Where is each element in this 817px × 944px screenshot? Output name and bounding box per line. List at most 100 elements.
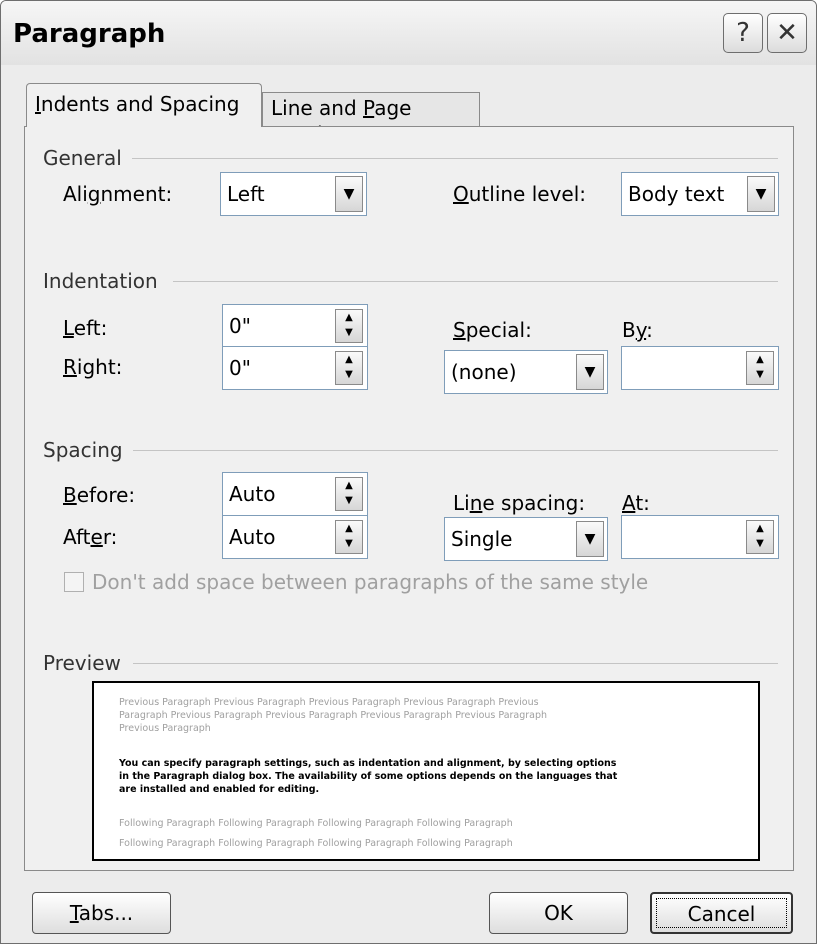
label-mnemonic: e <box>90 525 103 549</box>
label-pre: Aft <box>63 525 91 549</box>
tab-line-and-page-breaks[interactable]: Line and Page Breaks <box>262 92 480 146</box>
left-indent-value: 0" <box>229 314 251 338</box>
label-post: ight: <box>76 355 123 379</box>
preview-heading: Preview <box>43 651 121 675</box>
preview-box: Previous Paragraph Previous Paragraph Pr… <box>92 681 760 861</box>
label-mnemonic: O <box>453 182 469 206</box>
spinner-arrows-icon[interactable]: ▲ ▼ <box>335 351 363 385</box>
label-mnemonic: B <box>63 483 77 507</box>
label-post: r: <box>102 525 118 549</box>
chevron-down-icon[interactable]: ▼ <box>576 354 604 390</box>
left-indent-label: Left: <box>63 316 107 340</box>
spacing-heading: Spacing <box>43 438 123 462</box>
by-label: By: <box>622 318 653 342</box>
label-post: eft: <box>73 316 108 340</box>
label-post: nment: <box>100 182 173 206</box>
right-indent-value: 0" <box>229 356 251 380</box>
after-label: After: <box>63 525 117 549</box>
ok-button[interactable]: OK <box>489 892 628 934</box>
general-divider <box>132 158 778 159</box>
special-value: (none) <box>451 360 517 384</box>
label-mnemonic: A <box>622 491 636 515</box>
by-input[interactable]: ▲ ▼ <box>621 346 779 390</box>
dont-add-space-checkbox[interactable] <box>64 572 84 592</box>
paragraph-dialog: Paragraph ? ✕ Indents and Spacing Line a… <box>0 0 817 944</box>
general-heading: General <box>43 146 122 170</box>
indentation-heading: Indentation <box>43 269 158 293</box>
spinner-arrows-icon[interactable]: ▲ ▼ <box>335 309 363 343</box>
label-pre: Ali <box>63 182 88 206</box>
before-input[interactable]: Auto ▲ ▼ <box>222 472 368 516</box>
label-post: : <box>646 318 653 342</box>
before-label: Before: <box>63 483 135 507</box>
cancel-button[interactable]: Cancel <box>650 892 793 934</box>
preview-following-line: Following Paragraph Following Paragraph … <box>119 838 513 849</box>
spinner-arrows-icon[interactable]: ▲ ▼ <box>746 520 774 554</box>
button-label-post: abs... <box>78 901 134 925</box>
line-spacing-select[interactable]: Single ▼ <box>444 517 608 561</box>
focus-ring <box>656 898 787 928</box>
tabs-button[interactable]: Tabs... <box>32 892 171 934</box>
label-mnemonic: n <box>469 491 483 515</box>
label-post: pecial: <box>465 318 532 342</box>
chevron-down-icon[interactable]: ▼ <box>576 521 604 557</box>
preview-sample-line: are installed and enabled for editing. <box>119 784 320 795</box>
preview-following-line: Following Paragraph Following Paragraph … <box>119 818 513 829</box>
close-icon: ✕ <box>776 18 798 48</box>
label-post: e spacing: <box>482 491 586 515</box>
tab-label-pre: Line and <box>271 96 364 120</box>
alignment-select[interactable]: Left ▼ <box>220 172 367 216</box>
at-label: At: <box>622 491 650 515</box>
outline-level-label: Outline level: <box>453 182 586 206</box>
label-mnemonic: y <box>635 318 647 342</box>
preview-previous-line: Paragraph Previous Paragraph Previous Pa… <box>119 710 548 721</box>
preview-previous-line: Previous Paragraph <box>119 723 211 734</box>
chevron-down-icon[interactable]: ▼ <box>747 176 775 212</box>
spinner-arrows-icon[interactable]: ▲ ▼ <box>746 351 774 385</box>
outline-level-value: Body text <box>628 182 725 206</box>
before-value: Auto <box>229 482 276 506</box>
preview-sample-line: in the Paragraph dialog box. The availab… <box>119 771 618 782</box>
button-label-mnemonic: T <box>69 901 79 925</box>
special-select[interactable]: (none) ▼ <box>444 350 608 394</box>
label-mnemonic: g <box>87 182 101 206</box>
label-pre: Li <box>453 491 470 515</box>
help-button[interactable]: ? <box>723 13 763 53</box>
close-button[interactable]: ✕ <box>767 13 807 53</box>
tab-label-mnemonic: P <box>363 96 375 120</box>
spacing-divider <box>133 450 778 451</box>
help-icon: ? <box>736 18 750 48</box>
indentation-divider <box>173 281 778 282</box>
label-post: t: <box>635 491 650 515</box>
spinner-arrows-icon[interactable]: ▲ ▼ <box>335 477 363 511</box>
outline-level-select[interactable]: Body text ▼ <box>621 172 779 216</box>
right-indent-label: Right: <box>63 355 122 379</box>
label-mnemonic: R <box>63 355 77 379</box>
preview-divider <box>133 663 778 664</box>
line-spacing-value: Single <box>451 527 513 551</box>
after-input[interactable]: Auto ▲ ▼ <box>222 515 368 559</box>
label-post: efore: <box>76 483 136 507</box>
tab-label-post: ndents and Spacing <box>40 92 240 116</box>
alignment-value: Left <box>227 182 265 206</box>
tab-indents-and-spacing[interactable]: Indents and Spacing <box>26 83 262 127</box>
right-indent-input[interactable]: 0" ▲ ▼ <box>222 346 368 390</box>
label-mnemonic: L <box>63 316 74 340</box>
spinner-arrows-icon[interactable]: ▲ ▼ <box>335 520 363 554</box>
preview-sample-line: You can specify paragraph settings, such… <box>119 758 617 769</box>
alignment-label: Alignment: <box>63 182 172 206</box>
at-input[interactable]: ▲ ▼ <box>621 515 779 559</box>
line-spacing-label: Line spacing: <box>453 491 585 515</box>
preview-previous-line: Previous Paragraph Previous Paragraph Pr… <box>119 697 539 708</box>
title-bar[interactable]: Paragraph ? ✕ <box>1 1 816 65</box>
chevron-down-icon[interactable]: ▼ <box>335 176 363 212</box>
dont-add-space-label: Don't add space between paragraphs of th… <box>92 570 649 594</box>
label-mnemonic: S <box>453 318 466 342</box>
label-pre: B <box>622 318 636 342</box>
special-label: Special: <box>453 318 532 342</box>
after-value: Auto <box>229 525 276 549</box>
left-indent-input[interactable]: 0" ▲ ▼ <box>222 304 368 348</box>
ok-button-label: OK <box>544 901 573 925</box>
label-post: utline level: <box>468 182 587 206</box>
dialog-title: Paragraph <box>13 19 166 49</box>
